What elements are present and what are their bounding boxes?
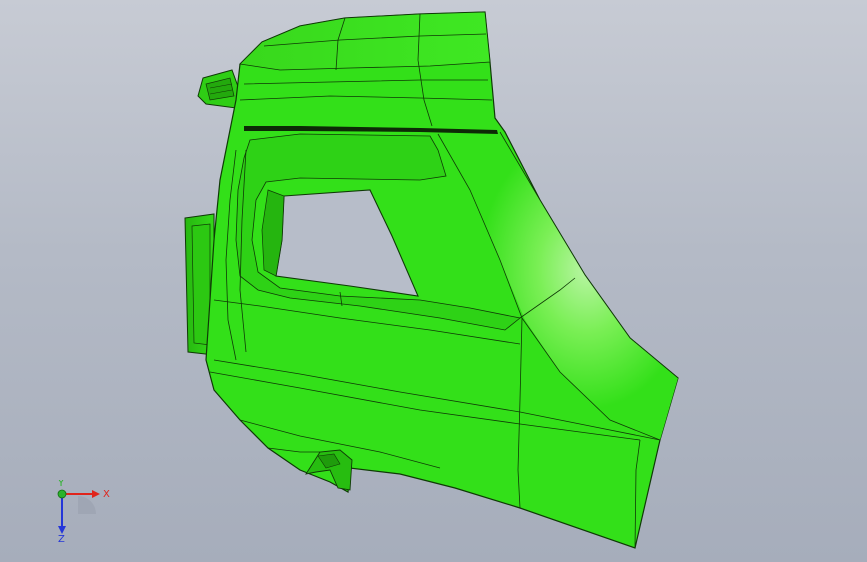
top-clip-detail [197,69,241,109]
orientation-triad[interactable]: X Y Z [44,480,114,542]
y-axis-dot [57,489,67,499]
triad-plane-shade [78,496,96,514]
3d-viewport[interactable]: X Y Z [0,0,867,562]
z-axis-label: Z [58,534,65,542]
part-body[interactable] [205,11,679,549]
cad-part-model[interactable] [0,0,867,562]
x-axis-label: X [103,489,110,500]
top-upper-surface [239,11,491,71]
y-axis-label: Y [57,480,65,489]
